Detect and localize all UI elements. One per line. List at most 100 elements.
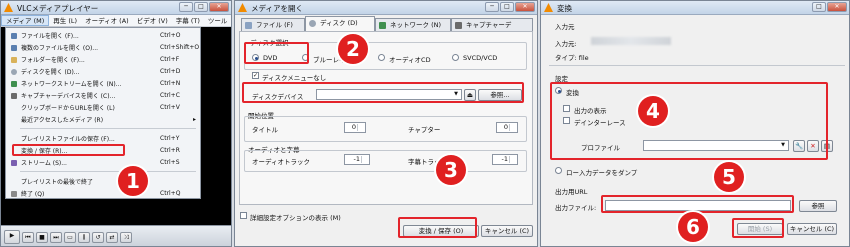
destination-file-label: 出力ファイル:	[555, 204, 597, 212]
menu-item-stream[interactable]: ストリーム (S)... Ctrl+S	[6, 157, 202, 168]
source-field-label: 入力元:	[555, 40, 577, 48]
close-button[interactable]: ✕	[827, 2, 847, 12]
tab-file[interactable]: ファイル (F)	[241, 18, 305, 31]
menu-item-shortcut: Ctrl+Shift+O	[160, 44, 200, 51]
menu-item-quit[interactable]: 終了 (Q) Ctrl+Q	[6, 188, 202, 199]
menu-item-open-multiple[interactable]: 複数のファイルを開く (O)... Ctrl+Shift+O	[6, 42, 202, 53]
fullscreen-button[interactable]: ▭	[64, 231, 76, 243]
disc-icon	[309, 20, 316, 27]
menu-item-open-capture[interactable]: キャプチャーデバイスを開く (C)... Ctrl+C	[6, 90, 202, 101]
menu-item-label: クリップボードからURLを開く (L)	[21, 105, 115, 112]
cancel-button[interactable]: キャンセル (C)	[481, 225, 533, 237]
maximize-button[interactable]: □	[194, 2, 208, 12]
svcd-radio[interactable]	[452, 54, 459, 61]
vlc-cone-icon	[238, 3, 247, 12]
subtitle-track-spinbox[interactable]: -1	[492, 154, 518, 165]
close-button[interactable]: ✕	[515, 2, 535, 12]
tab-label: ディスク (D)	[320, 19, 358, 27]
menu-item-label: ネットワークストリームを開く (N)...	[21, 81, 122, 88]
menu-playback[interactable]: 再生 (L)	[49, 15, 81, 26]
close-button[interactable]: ✕	[209, 2, 229, 12]
title-spinbox[interactable]: 0	[344, 122, 366, 133]
vlc-cone-icon	[544, 3, 553, 12]
vlc-menubar: メディア (M) 再生 (L) オーディオ (A) ビデオ (V) 字幕 (T)…	[1, 15, 231, 27]
maximize-button[interactable]: □	[812, 2, 826, 12]
advanced-options-checkbox[interactable]	[240, 212, 247, 219]
highlight-convert-settings	[550, 82, 828, 160]
audio-track-spinbox[interactable]: -1	[344, 154, 370, 165]
disc-icon	[11, 68, 17, 75]
file-icon	[245, 22, 252, 29]
menu-item-save-playlist[interactable]: プレイリストファイルの保存 (F)... Ctrl+Y	[6, 133, 202, 144]
menu-item-label: フォルダーを開く (F)...	[21, 57, 85, 64]
step-badge-3: 3	[436, 155, 466, 185]
menu-media[interactable]: メディア (M)	[1, 15, 50, 26]
menu-video[interactable]: ビデオ (V)	[133, 15, 172, 26]
vlc-cone-icon	[4, 3, 13, 12]
menu-item-open-clipboard[interactable]: クリップボードからURLを開く (L) Ctrl+V	[6, 102, 202, 113]
extended-settings-button[interactable]: ⫼	[78, 231, 90, 243]
next-button[interactable]: ⏭	[50, 231, 62, 243]
open-media-titlebar: メディアを開く ─ □ ✕	[235, 1, 537, 15]
step-badge-6: 6	[678, 212, 708, 242]
vlc-window-title: VLCメディアプレイヤー	[17, 4, 99, 13]
menu-item-label: 複数のファイルを開く (O)...	[21, 45, 99, 52]
tab-network[interactable]: ネットワーク (N)	[375, 18, 451, 31]
advanced-options-label: 詳細設定オプションの表示 (M)	[250, 214, 341, 222]
highlight-destination-file	[601, 195, 794, 213]
no-disc-menu-checkbox[interactable]: ✓	[252, 72, 259, 79]
menu-audio[interactable]: オーディオ (A)	[81, 15, 133, 26]
capture-icon	[455, 22, 462, 29]
stop-button[interactable]: ■	[36, 231, 48, 243]
audio-track-label: オーディオトラック	[252, 158, 311, 166]
menu-subtitle[interactable]: 字幕 (T)	[172, 15, 204, 26]
loop-button[interactable]: ↺	[92, 231, 104, 243]
chapter-spinbox[interactable]: 0	[496, 122, 518, 133]
destination-browse-button[interactable]: 参照	[799, 200, 837, 212]
menu-item-open-disc[interactable]: ディスクを開く (D)... Ctrl+D	[6, 66, 202, 77]
menu-item-shortcut: Ctrl+C	[160, 92, 180, 99]
previous-button[interactable]: ⏮	[22, 231, 34, 243]
tab-label: キャプチャーデ	[466, 21, 512, 29]
menu-tools[interactable]: ツール	[204, 15, 231, 26]
menu-item-label: ディスクを開く (D)...	[21, 69, 80, 76]
playlist-button[interactable]: ⇄	[106, 231, 118, 243]
highlight-convert-menu-item	[12, 144, 125, 156]
menu-item-open-file[interactable]: ファイルを開く (F)... Ctrl+O	[6, 30, 202, 41]
audio-cd-radio[interactable]	[378, 54, 385, 61]
exit-icon	[11, 190, 17, 197]
open-media-window: メディアを開く ─ □ ✕ ファイル (F) ディスク (D) ネットワーク (…	[234, 0, 538, 247]
player-controls: ▶ ⏮ ■ ⏭ ▭ ⫼ ↺ ⇄ ⤨	[1, 225, 231, 246]
menu-item-shortcut: Ctrl+R	[160, 147, 180, 154]
menu-item-shortcut: Ctrl+O	[160, 32, 181, 39]
source-section-label: 入力元	[555, 23, 575, 31]
stream-icon	[11, 159, 17, 166]
minimize-button[interactable]: ─	[485, 2, 499, 12]
shuffle-button[interactable]: ⤨	[120, 231, 132, 243]
play-button[interactable]: ▶	[4, 230, 20, 244]
file-icon	[11, 32, 17, 39]
menu-item-label: プレイリストファイルの保存 (F)...	[21, 136, 115, 143]
cancel-button[interactable]: キャンセル (C)	[787, 223, 837, 235]
tab-capture[interactable]: キャプチャーデ	[451, 18, 533, 31]
highlight-disc-device	[242, 82, 524, 103]
menu-item-shortcut: Ctrl+D	[160, 68, 181, 75]
menu-item-recent-media[interactable]: 最近アクセスしたメディア (R) ▸	[6, 114, 202, 125]
menu-item-open-network[interactable]: ネットワークストリームを開く (N)... Ctrl+N	[6, 78, 202, 89]
highlight-start-button	[732, 218, 784, 238]
source-type-label: タイプ: file	[555, 54, 589, 62]
step-badge-2: 2	[338, 34, 368, 64]
chapter-label: チャプター	[408, 126, 441, 134]
svcd-label: SVCD/VCD	[463, 54, 498, 62]
menu-item-open-folder[interactable]: フォルダーを開く (F)... Ctrl+F	[6, 54, 202, 65]
dump-raw-label: ロー入力データをダンプ	[566, 169, 638, 177]
tab-disc[interactable]: ディスク (D)	[305, 16, 375, 32]
menu-item-shortcut: Ctrl+F	[160, 56, 180, 63]
highlight-disc-select	[244, 42, 309, 64]
dump-raw-radio[interactable]	[555, 167, 562, 174]
minimize-button[interactable]: ─	[179, 2, 193, 12]
maximize-button[interactable]: □	[500, 2, 514, 12]
menu-item-quit-at-end[interactable]: プレイリストの最後で終了	[6, 176, 202, 187]
vlc-titlebar: VLCメディアプレイヤー ─ □ ✕	[1, 1, 231, 15]
open-media-title: メディアを開く	[251, 4, 303, 13]
